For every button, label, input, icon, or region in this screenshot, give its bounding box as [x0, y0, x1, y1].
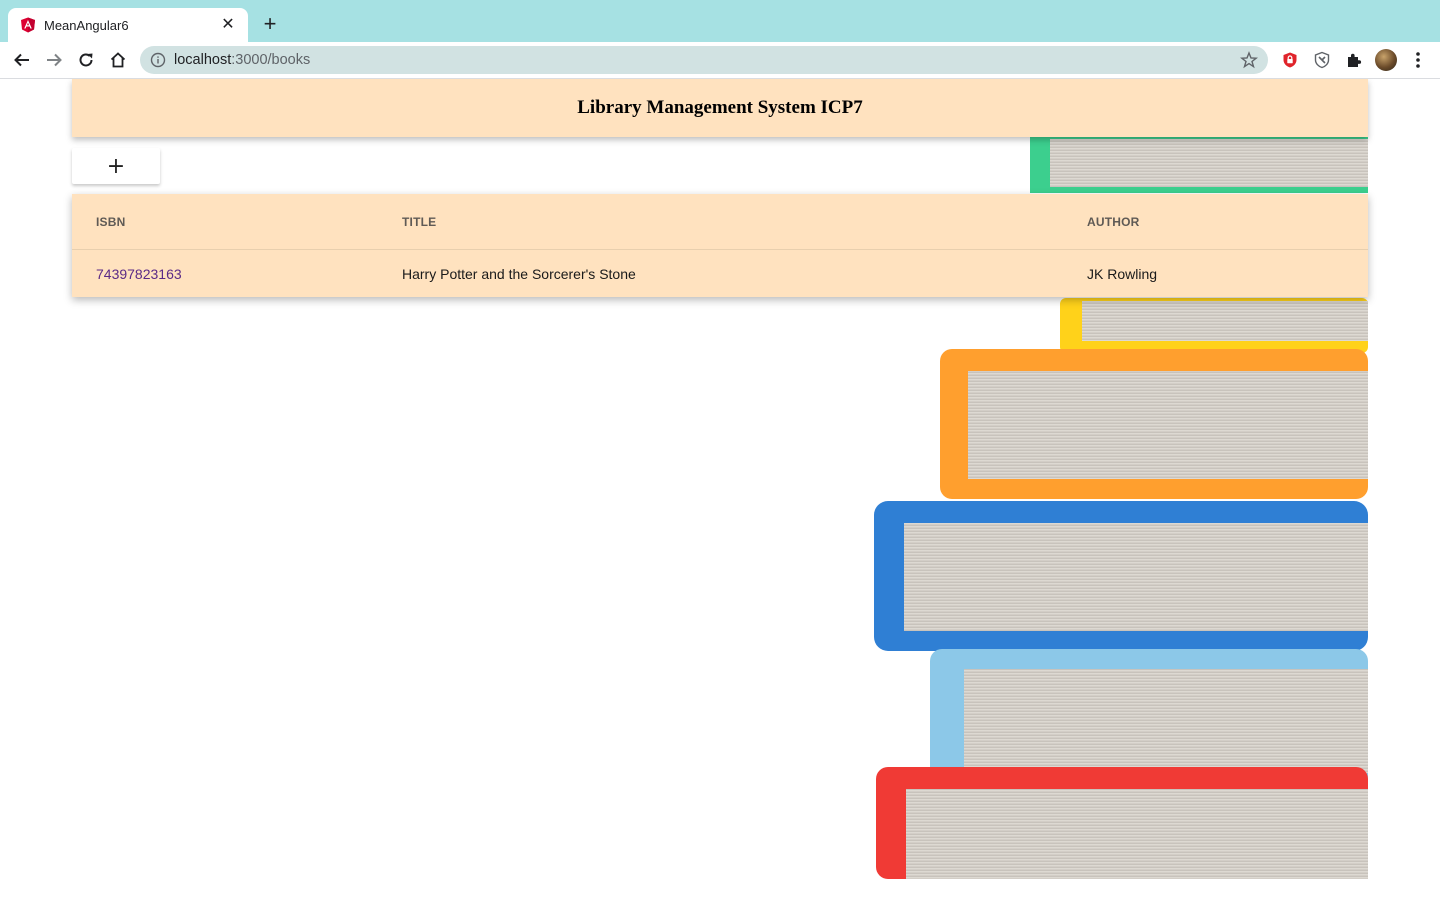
table-row[interactable]: 74397823163 Harry Potter and the Sorcere… — [72, 250, 1368, 297]
books-table: ISBN TITLE AUTHOR 74397823163 Harry Pott… — [72, 194, 1368, 297]
profile-avatar[interactable] — [1375, 49, 1397, 71]
back-arrow-icon[interactable] — [10, 48, 34, 72]
url-text: localhost:3000/books — [174, 52, 1240, 68]
book-author-cell: JK Rowling — [1087, 265, 1158, 282]
tab-title: MeanAngular6 — [44, 17, 129, 33]
browser-toolbar: localhost:3000/books — [0, 42, 1440, 79]
url-path: :3000/books — [231, 52, 311, 68]
browser-tabstrip: MeanAngular6 ✕ + — [0, 0, 1440, 42]
page-content: Library Management System ICP7 + ISBN TI… — [0, 79, 1440, 900]
book-title-cell: Harry Potter and the Sorcerer's Stone — [402, 265, 636, 282]
url-host: localhost — [174, 52, 232, 68]
site-info-icon[interactable] — [150, 52, 166, 68]
column-header-author[interactable]: AUTHOR — [1087, 194, 1140, 249]
privacy-badger-extension-icon[interactable] — [1312, 50, 1332, 70]
extensions-puzzle-icon[interactable] — [1344, 50, 1364, 70]
tab-close-icon[interactable]: ✕ — [218, 17, 238, 33]
reload-icon[interactable] — [74, 48, 98, 72]
table-header-row: ISBN TITLE AUTHOR — [72, 194, 1368, 250]
app-header: Library Management System ICP7 — [72, 79, 1368, 137]
column-header-isbn[interactable]: ISBN — [96, 194, 125, 249]
angular-favicon-icon — [20, 17, 36, 33]
browser-tab[interactable]: MeanAngular6 ✕ — [8, 8, 248, 42]
forward-arrow-icon[interactable] — [42, 48, 66, 72]
bookmark-star-icon[interactable] — [1240, 51, 1258, 69]
isbn-link[interactable]: 74397823163 — [96, 250, 182, 297]
shield-extension-icon[interactable] — [1280, 50, 1300, 70]
page-title: Library Management System ICP7 — [577, 97, 863, 118]
new-tab-plus-icon[interactable]: + — [258, 13, 282, 37]
add-book-button[interactable]: + — [72, 148, 160, 184]
home-icon[interactable] — [106, 48, 130, 72]
browser-menu-icon[interactable] — [1410, 50, 1426, 70]
column-header-title[interactable]: TITLE — [402, 194, 436, 249]
address-bar[interactable]: localhost:3000/books — [140, 46, 1268, 74]
